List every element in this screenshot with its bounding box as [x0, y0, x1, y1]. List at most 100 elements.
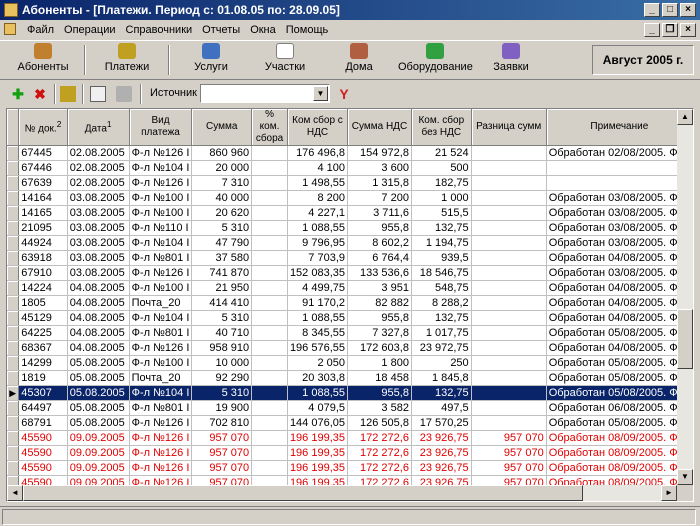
cell-vat[interactable]: 7 327,8	[347, 325, 412, 341]
cell-date[interactable]: 05.08.2005	[67, 355, 130, 371]
table-row[interactable]: 68367 04.08.2005 Ф-л №126 I 958 910 196 576,…	[7, 340, 693, 356]
document-icon[interactable]	[4, 23, 16, 35]
cell-sum[interactable]: 7 310	[191, 175, 253, 191]
cell-vat[interactable]: 955,8	[347, 385, 412, 401]
cell-date[interactable]: 05.08.2005	[67, 385, 130, 401]
scroll-thumb[interactable]	[677, 309, 693, 369]
cell-note[interactable]: Обработан 06/08/2005. Фай	[546, 400, 693, 416]
cell-sum[interactable]: 5 310	[191, 310, 253, 326]
cell-fee[interactable]: 176 496,8	[287, 145, 349, 161]
cell-vat[interactable]: 955,8	[347, 310, 412, 326]
cell-vat[interactable]: 8 602,2	[347, 235, 412, 251]
column-header[interactable]: № док.2	[18, 109, 68, 146]
table-row[interactable]: 14164 03.08.2005 Ф-л №100 I 40 000 8 200 7 20…	[7, 190, 693, 206]
table-row[interactable]: 64497 05.08.2005 Ф-л №801 I 19 900 4 079,5 3 …	[7, 400, 693, 416]
menu-directories[interactable]: Справочники	[121, 20, 198, 40]
column-header[interactable]: Сумма	[191, 109, 253, 146]
cell-diff[interactable]: 957 070	[471, 430, 547, 446]
cell-fee[interactable]: 4 227,1	[287, 205, 349, 221]
cell-doc[interactable]: 45590	[18, 460, 68, 476]
cell-sum[interactable]: 92 290	[191, 370, 253, 386]
table-row[interactable]: 45129 04.08.2005 Ф-л №104 I5 310 1 088,55 95…	[7, 310, 693, 326]
cell-note[interactable]: Обработан 03/08/2005. Фай	[546, 220, 693, 236]
horizontal-scrollbar[interactable]: ◄ ►	[7, 485, 677, 501]
cell-net[interactable]: 132,75	[411, 220, 472, 236]
cell-note[interactable]: Обработан 05/08/2005. Фай	[546, 355, 693, 371]
cell-type[interactable]: Ф-л №126 I	[129, 175, 193, 191]
table-row[interactable]: 45590 09.09.2005 Ф-л №126 I 957 070 196 199,…	[7, 460, 693, 476]
cell-diff[interactable]	[471, 280, 547, 296]
table-row[interactable]: 64225 04.08.2005 Ф-л №801 I 40 710 8 345,55 7…	[7, 325, 693, 341]
cell-diff[interactable]	[471, 250, 547, 266]
cell-sum[interactable]: 21 950	[191, 280, 253, 296]
cell-note[interactable]: Обработан 04/08/2005. Фай	[546, 295, 693, 311]
houses-button[interactable]: Дома	[324, 43, 394, 77]
table-row[interactable]: ▶ 45307 05.08.2005 Ф-л №104 I5 310 1 088,55 9…	[7, 385, 693, 401]
cell-diff[interactable]	[471, 325, 547, 341]
cell-sum[interactable]: 10 000	[191, 355, 253, 371]
close-icon[interactable]: ×	[680, 3, 696, 17]
cell-net[interactable]: 1 000	[411, 190, 472, 206]
cell-net[interactable]: 21 524	[411, 145, 472, 161]
cell-date[interactable]: 04.08.2005	[67, 325, 130, 341]
cell-type[interactable]: Почта_20	[129, 295, 193, 311]
cell-date[interactable]: 03.08.2005	[67, 220, 130, 236]
cell-note[interactable]: Обработан 08/09/2005. Фай	[546, 445, 693, 461]
cell-sum[interactable]: 860 960	[191, 145, 253, 161]
cell-date[interactable]: 04.08.2005	[67, 340, 130, 356]
cell-doc[interactable]: 67639	[18, 175, 68, 191]
cell-date[interactable]: 09.09.2005	[67, 430, 130, 446]
menu-reports[interactable]: Отчеты	[197, 20, 245, 40]
cell-date[interactable]: 05.08.2005	[67, 415, 130, 431]
cell-sum[interactable]: 19 900	[191, 400, 253, 416]
cell-net[interactable]: 250	[411, 355, 472, 371]
cell-vat[interactable]: 172 603,8	[347, 340, 412, 356]
row-indicator[interactable]	[7, 220, 20, 236]
cell-sum[interactable]: 957 070	[191, 460, 253, 476]
cell-diff[interactable]	[471, 175, 547, 191]
cell-doc[interactable]: 45590	[18, 445, 68, 461]
cell-vat[interactable]: 3 951	[347, 280, 412, 296]
cell-note[interactable]: Обработан 04/08/2005. Фай	[546, 340, 693, 356]
requests-button[interactable]: Заявки	[476, 43, 546, 77]
cell-sum[interactable]: 20 000	[191, 160, 253, 176]
cell-vat[interactable]: 172 272,6	[347, 430, 412, 446]
cell-diff[interactable]	[471, 355, 547, 371]
cell-fee[interactable]: 152 083,35	[287, 265, 349, 281]
cell-net[interactable]: 1 845,8	[411, 370, 472, 386]
cell-fee[interactable]: 1 088,55	[287, 310, 349, 326]
menu-help[interactable]: Помощь	[281, 20, 334, 40]
cell-type[interactable]: Ф-л №100 I	[129, 205, 193, 221]
cell-type[interactable]: Ф-л №126 I	[129, 265, 193, 281]
cell-net[interactable]: 1 017,75	[411, 325, 472, 341]
cell-pct[interactable]	[251, 355, 288, 371]
cell-vat[interactable]: 3 582	[347, 400, 412, 416]
payments-button[interactable]: Платежи	[92, 43, 162, 77]
cell-doc[interactable]: 14165	[18, 205, 68, 221]
cell-fee[interactable]: 4 499,75	[287, 280, 349, 296]
cell-note[interactable]: Обработан 04/08/2005. Фай	[546, 250, 693, 266]
cell-date[interactable]: 04.08.2005	[67, 280, 130, 296]
cell-fee[interactable]: 8 345,55	[287, 325, 349, 341]
cell-sum[interactable]: 957 070	[191, 430, 253, 446]
cell-note[interactable]: Обработан 05/08/2005. Фай	[546, 325, 693, 341]
cell-pct[interactable]	[251, 250, 288, 266]
table-row[interactable]: 67910 03.08.2005 Ф-л №126 I 741 870 152 083,…	[7, 265, 693, 281]
table-row[interactable]: 1805 04.08.2005 Почта_20 414 410 91 170,2 82 …	[7, 295, 693, 311]
cell-pct[interactable]	[251, 145, 288, 161]
cell-note[interactable]: Обработан 08/09/2005. Фай	[546, 460, 693, 476]
column-header[interactable]: Сумма НДС	[347, 109, 412, 146]
column-header[interactable]: Ком. сбор без НДС	[411, 109, 472, 146]
cell-diff[interactable]: 957 070	[471, 445, 547, 461]
cell-vat[interactable]: 3 711,6	[347, 205, 412, 221]
cell-pct[interactable]	[251, 310, 288, 326]
cell-doc[interactable]: 1805	[18, 295, 68, 311]
cell-doc[interactable]: 14164	[18, 190, 68, 206]
cell-type[interactable]: Ф-л №104 I	[129, 235, 193, 251]
cell-net[interactable]: 500	[411, 160, 472, 176]
cell-diff[interactable]	[471, 340, 547, 356]
cell-net[interactable]: 18 546,75	[411, 265, 472, 281]
cell-type[interactable]: Ф-л №126 I	[129, 430, 193, 446]
cell-type[interactable]: Ф-л №801 I	[129, 325, 193, 341]
cell-type[interactable]: Ф-л №126 I	[129, 145, 193, 161]
